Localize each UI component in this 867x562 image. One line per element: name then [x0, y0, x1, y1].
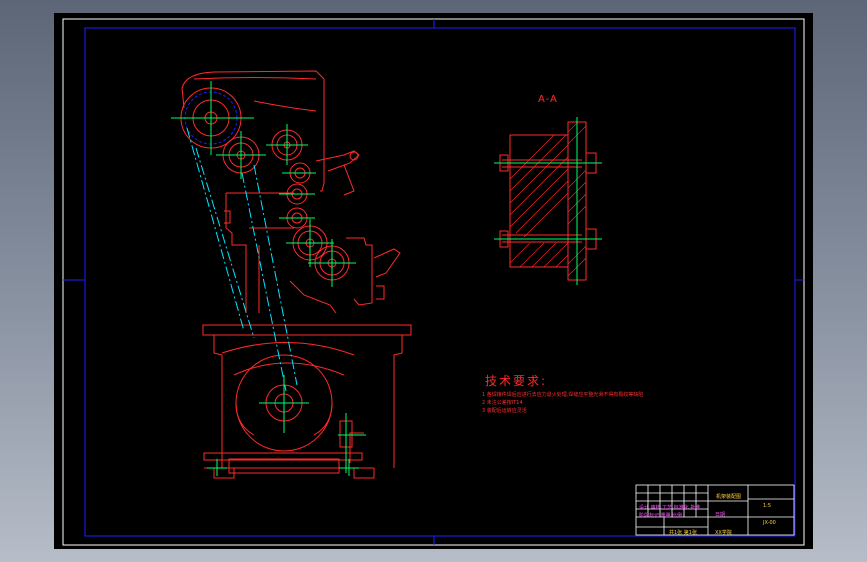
title-block-stage-row: 阶段标记 重量 比例: [639, 513, 683, 519]
tech-requirement-item: 3 装配后运转应灵活: [482, 408, 527, 414]
section-view-label: A-A: [538, 94, 558, 105]
outer-paper-border: [62, 18, 805, 546]
cad-viewport[interactable]: A-A 技术要求: 1 各焊接件焊后应进行去应力退火处理,焊缝应平整光滑不得有裂…: [54, 13, 813, 549]
title-block-designer-row: 设计 审核 工艺 标准化 批准: [639, 505, 701, 511]
title-block-school: XX学院: [715, 530, 732, 536]
tech-requirements-title: 技术要求:: [485, 374, 548, 388]
title-block-drawing-no: JX-00: [763, 520, 776, 526]
machine-elevation: [180, 70, 412, 479]
title-block-drawing-name: 机架装配图: [716, 494, 742, 500]
title-block-date: 日期: [715, 512, 726, 518]
tech-requirement-item: 1 各焊接件焊后应进行去应力退火处理,焊缝应平整光滑不得有裂纹等缺陷: [482, 392, 644, 398]
section-hatching: [509, 121, 587, 277]
inner-drawing-frame: [84, 27, 796, 537]
title-block-sheet-info: 共1张 第1张: [669, 530, 697, 536]
tech-requirement-item: 2 未注公差按IT14: [482, 400, 523, 406]
center-lines: [171, 81, 366, 476]
mechanical-drawing: [62, 18, 805, 546]
title-block-scale: 1:5: [763, 503, 772, 509]
